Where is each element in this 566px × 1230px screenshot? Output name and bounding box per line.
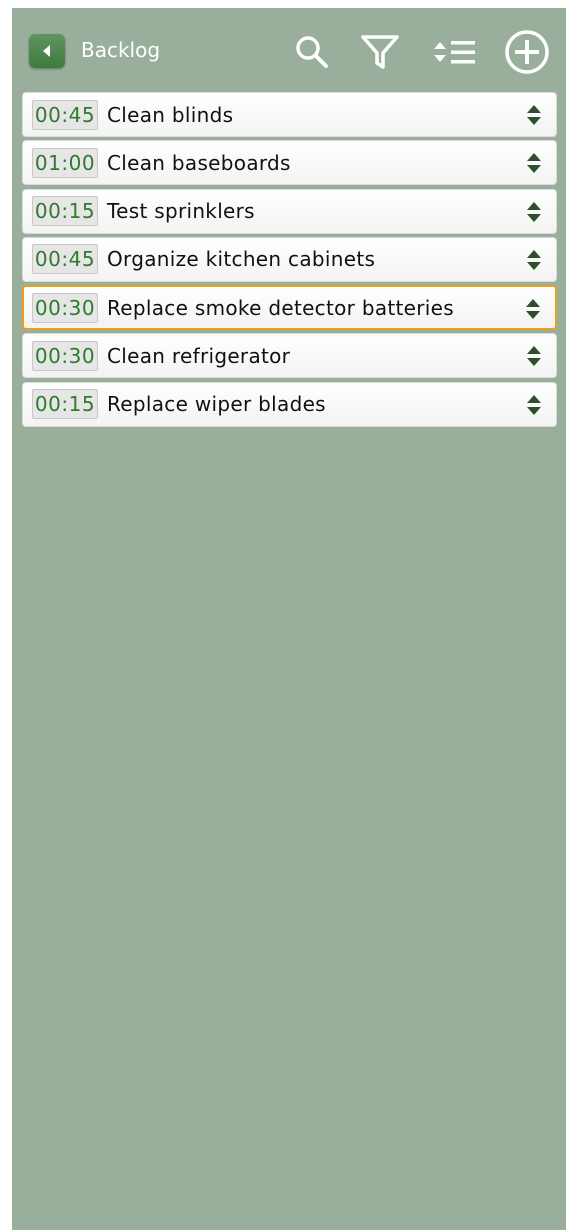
filter-icon [359, 31, 401, 73]
task-name: Clean refrigerator [107, 343, 291, 368]
sort-list-icon [431, 32, 477, 72]
task-row[interactable]: 01:00 Clean baseboards [22, 140, 557, 186]
back-button[interactable] [29, 34, 65, 68]
reorder-handle-icon[interactable] [526, 249, 542, 270]
reorder-handle-icon[interactable] [525, 299, 541, 320]
task-row[interactable]: 00:15 Test sprinklers [22, 188, 557, 234]
reorder-handle-icon[interactable] [526, 153, 542, 174]
chevron-left-icon [41, 44, 53, 58]
duration-badge[interactable]: 00:30 [32, 340, 98, 371]
page-title: Backlog [81, 38, 161, 62]
task-name: Organize kitchen cabinets [107, 247, 376, 272]
search-button[interactable] [290, 30, 334, 74]
task-name: Clean baseboards [107, 150, 291, 175]
task-name: Replace smoke detector batteries [107, 295, 454, 320]
task-row[interactable]: 00:45 Organize kitchen cabinets [22, 236, 557, 282]
task-row-selected[interactable]: 00:30 Replace smoke detector batteries [22, 285, 557, 331]
duration-badge[interactable]: 00:30 [32, 292, 98, 323]
duration-badge[interactable]: 00:15 [32, 389, 98, 420]
search-icon [292, 32, 332, 72]
task-row[interactable]: 00:45 Clean blinds [22, 92, 557, 137]
task-name: Clean blinds [107, 102, 234, 127]
task-name: Replace wiper blades [107, 392, 326, 417]
task-name: Test sprinklers [107, 199, 255, 224]
duration-badge[interactable]: 00:15 [32, 196, 98, 227]
reorder-handle-icon[interactable] [526, 394, 542, 415]
reorder-handle-icon[interactable] [526, 201, 542, 222]
duration-badge[interactable]: 01:00 [32, 147, 98, 178]
sort-button[interactable] [432, 30, 476, 74]
duration-badge[interactable]: 00:45 [32, 244, 98, 275]
task-list: 00:45 Clean blinds 01:00 Clean baseboard… [22, 92, 557, 430]
reorder-handle-icon[interactable] [526, 346, 542, 367]
add-circle-icon [504, 29, 550, 75]
add-button[interactable] [505, 30, 549, 74]
header-bar: Backlog [12, 8, 566, 92]
task-row[interactable]: 00:30 Clean refrigerator [22, 333, 557, 379]
duration-badge[interactable]: 00:45 [32, 99, 98, 130]
reorder-handle-icon[interactable] [526, 105, 542, 125]
task-row[interactable]: 00:15 Replace wiper blades [22, 381, 557, 427]
filter-button[interactable] [358, 30, 402, 74]
app-screen: Backlog 00:45 Clean blinds 01:00 Clean b… [12, 8, 566, 1230]
